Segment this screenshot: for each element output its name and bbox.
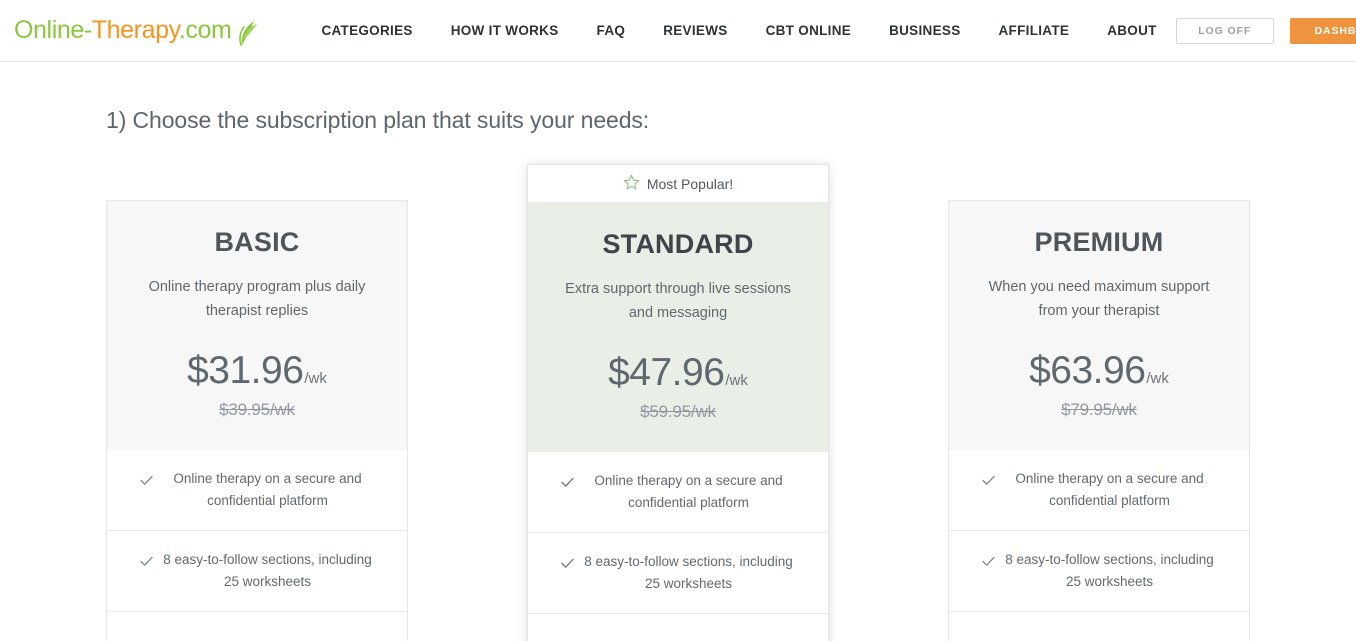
plan-description-premium: When you need maximum support from your … [988, 279, 1210, 319]
plan-price-premium: $63.96 [1029, 349, 1146, 392]
check-icon [560, 554, 574, 576]
logo-text-therapy: Therapy [91, 16, 179, 44]
plan-price-row-premium: $63.96 /wk [969, 349, 1229, 393]
feature-text: 8 easy-to-follow sections, including 25 … [1005, 552, 1214, 589]
plan-price-row-basic: $31.96 /wk [127, 349, 387, 393]
feature-row: Online therapy on a secure and confident… [107, 450, 407, 530]
plan-price-standard: $47.96 [608, 351, 725, 394]
plan-price-unit-basic: /wk [304, 370, 327, 387]
plan-old-price-premium: $79.95/wk [1061, 400, 1137, 419]
page-body: 1) Choose the subscription plan that sui… [0, 62, 1356, 641]
dashboard-button[interactable]: DASHBOARD [1289, 17, 1356, 44]
plan-header-standard: STANDARD Extra support through live sess… [528, 203, 828, 452]
page-title: 1) Choose the subscription plan that sui… [106, 107, 650, 133]
site-header: Online-Therapy.com CATEGORIES HOW IT WOR… [0, 0, 1356, 62]
feature-row-partial [528, 613, 828, 641]
plan-name-basic: BASIC [214, 227, 300, 257]
nav-item-faq[interactable]: FAQ [578, 15, 645, 46]
plan-features-basic: Online therapy on a secure and confident… [107, 450, 407, 641]
feature-row: Online therapy on a secure and confident… [528, 452, 828, 532]
plan-card-basic[interactable]: BASIC Online therapy program plus daily … [106, 200, 408, 641]
logo-wordmark: Online-Therapy.com [14, 16, 232, 45]
check-icon [560, 473, 574, 495]
feature-row: 8 easy-to-follow sections, including 25 … [107, 530, 407, 611]
plan-price-basic: $31.96 [187, 349, 304, 392]
most-popular-ribbon: Most Popular! [528, 165, 828, 203]
plan-name-standard: STANDARD [602, 229, 754, 259]
logo-text-online: Online- [14, 16, 92, 44]
feature-text: 8 easy-to-follow sections, including 25 … [584, 554, 793, 591]
plan-card-premium[interactable]: PREMIUM When you need maximum support fr… [948, 200, 1250, 641]
plan-features-premium: Online therapy on a secure and confident… [949, 450, 1249, 641]
logo-text-dotcom: .com [178, 16, 232, 44]
feature-text: Online therapy on a secure and confident… [173, 471, 362, 508]
plan-name-premium: PREMIUM [1034, 227, 1164, 257]
nav-item-how-it-works[interactable]: HOW IT WORKS [432, 15, 578, 46]
log-off-button[interactable]: LOG OFF [1175, 17, 1274, 44]
feature-row: 8 easy-to-follow sections, including 25 … [528, 532, 828, 613]
plan-card-standard[interactable]: Most Popular! STANDARD Extra support thr… [527, 164, 829, 641]
leaf-icon [232, 16, 258, 46]
nav-item-business[interactable]: BUSINESS [870, 15, 979, 46]
feature-text: Online therapy on a secure and confident… [1015, 471, 1204, 508]
plan-header-premium: PREMIUM When you need maximum support fr… [949, 201, 1249, 450]
plan-description-basic: Online therapy program plus daily therap… [148, 279, 366, 319]
site-logo[interactable]: Online-Therapy.com [14, 16, 258, 46]
plan-features-standard: Online therapy on a secure and confident… [528, 452, 828, 641]
nav-item-affiliate[interactable]: AFFILIATE [980, 15, 1089, 46]
nav-item-cbt-online[interactable]: CBT ONLINE [747, 15, 871, 46]
content-container: 1) Choose the subscription plan that sui… [98, 62, 1258, 641]
check-icon [139, 471, 153, 493]
plan-price-unit-standard: /wk [725, 372, 748, 389]
pricing-plans: BASIC Online therapy program plus daily … [98, 164, 1258, 641]
plan-description-standard: Extra support through live sessions and … [565, 281, 791, 321]
plan-price-unit-premium: /wk [1146, 370, 1169, 387]
feature-text: 8 easy-to-follow sections, including 25 … [163, 552, 372, 589]
nav-item-categories[interactable]: CATEGORIES [302, 15, 431, 46]
feature-row-partial [107, 611, 407, 641]
main-navigation: CATEGORIES HOW IT WORKS FAQ REVIEWS CBT … [302, 15, 1175, 46]
check-icon [981, 552, 995, 574]
most-popular-label: Most Popular! [646, 175, 734, 192]
nav-item-about[interactable]: ABOUT [1088, 15, 1176, 46]
plan-price-row-standard: $47.96 /wk [548, 351, 808, 395]
plan-old-price-basic: $39.95/wk [219, 400, 295, 419]
feature-row: 8 easy-to-follow sections, including 25 … [949, 530, 1249, 611]
feature-text: Online therapy on a secure and confident… [594, 473, 783, 510]
check-icon [139, 552, 153, 574]
plan-header-basic: BASIC Online therapy program plus daily … [107, 201, 407, 450]
star-icon [623, 174, 640, 194]
nav-item-reviews[interactable]: REVIEWS [644, 15, 746, 46]
header-actions: LOG OFF DASHBOARD [1175, 17, 1356, 44]
plan-old-price-standard: $59.95/wk [640, 402, 716, 421]
feature-row: Online therapy on a secure and confident… [949, 450, 1249, 530]
check-icon [981, 471, 995, 493]
feature-row-partial [949, 611, 1249, 641]
